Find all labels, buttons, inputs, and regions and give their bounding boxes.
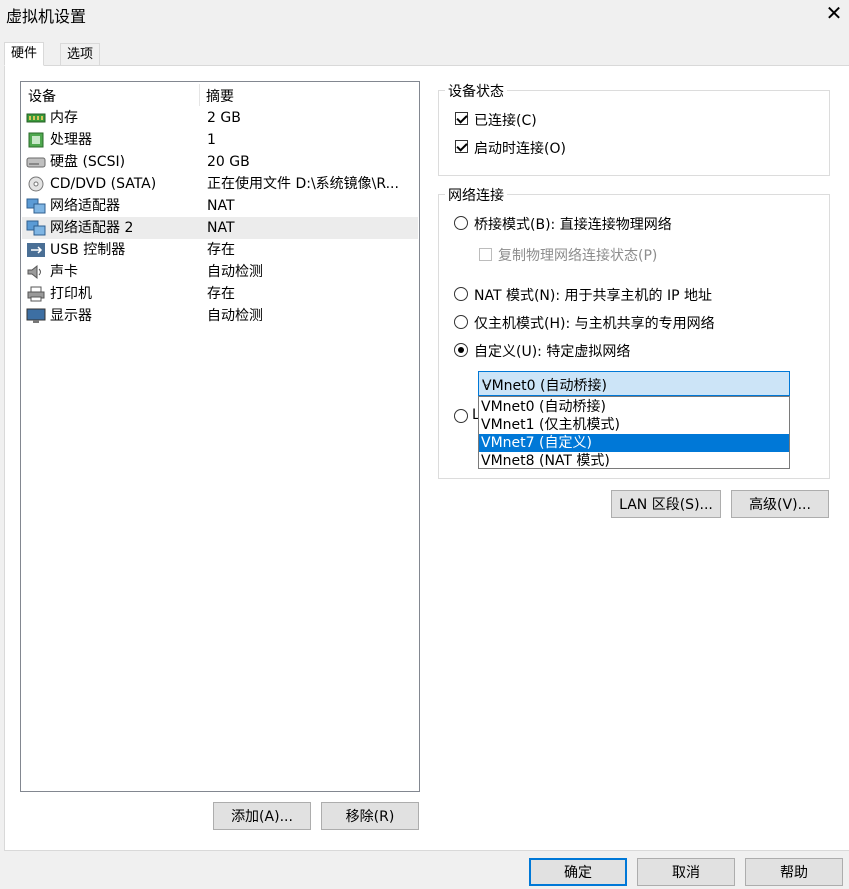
nat-radio[interactable] xyxy=(454,287,468,301)
device-row-display[interactable]: 显示器 自动检测 xyxy=(22,305,418,327)
device-name: 网络适配器 2 xyxy=(50,220,134,236)
network-icon xyxy=(26,220,46,236)
device-row-network-adapter[interactable]: 网络适配器 NAT xyxy=(22,195,418,217)
device-name: USB 控制器 xyxy=(50,242,126,258)
device-status-group xyxy=(438,90,830,176)
chevron-down-icon: ⌵ xyxy=(482,375,492,389)
close-icon[interactable]: ✕ xyxy=(822,0,846,26)
device-name: 声卡 xyxy=(50,264,78,280)
tab-options[interactable]: 选项 xyxy=(60,43,101,66)
column-divider xyxy=(199,84,200,106)
connected-label[interactable]: 已连接(C) xyxy=(474,110,537,130)
device-summary: 自动检测 xyxy=(207,308,263,324)
replicate-state-checkbox[interactable] xyxy=(479,248,492,261)
advanced-button[interactable]: 高级(V)... xyxy=(731,490,829,518)
device-name: CD/DVD (SATA) xyxy=(50,176,157,192)
device-name: 硬盘 (SCSI) xyxy=(50,154,126,170)
vmnet-option[interactable]: VMnet8 (NAT 模式) xyxy=(479,452,789,470)
device-row-processor[interactable]: 处理器 1 xyxy=(22,129,418,151)
cancel-button[interactable]: 取消 xyxy=(637,858,735,886)
device-summary: 2 GB xyxy=(207,110,241,126)
device-list[interactable]: 设备 摘要 内存 2 GB 处理器 1 硬盘 (SCSI) 20 GB CD/D… xyxy=(20,81,420,792)
add-button[interactable]: 添加(A)... xyxy=(213,802,311,830)
vmnet-select[interactable]: VMnet0 (自动桥接) ⌵ xyxy=(478,371,790,396)
host-only-radio[interactable] xyxy=(454,315,468,329)
custom-radio[interactable] xyxy=(454,343,468,357)
device-name: 网络适配器 xyxy=(50,198,120,214)
connect-on-power-label[interactable]: 启动时连接(O) xyxy=(474,138,566,158)
ok-button[interactable]: 确定 xyxy=(529,858,627,886)
monitor-icon xyxy=(26,308,46,323)
speaker-icon xyxy=(27,264,41,280)
device-row-usb-controller[interactable]: USB 控制器 存在 xyxy=(22,239,418,261)
host-only-label[interactable]: 仅主机模式(H): 与主机共享的专用网络 xyxy=(474,313,715,333)
network-connection-label: 网络连接 xyxy=(445,185,507,205)
column-header-device[interactable]: 设备 xyxy=(28,86,56,106)
device-row-printer[interactable]: 打印机 存在 xyxy=(22,283,418,305)
custom-label[interactable]: 自定义(U): 特定虚拟网络 xyxy=(474,341,630,361)
device-summary: 20 GB xyxy=(207,154,250,170)
device-row-network-adapter-2[interactable]: 网络适配器 2 NAT xyxy=(22,217,418,239)
tab-hardware[interactable]: 硬件 xyxy=(4,42,45,66)
device-name: 打印机 xyxy=(50,286,92,302)
memory-icon xyxy=(26,113,46,123)
device-status-label: 设备状态 xyxy=(445,81,507,101)
nat-label[interactable]: NAT 模式(N): 用于共享主机的 IP 地址 xyxy=(474,285,712,305)
printer-icon xyxy=(27,286,45,302)
bridged-label[interactable]: 桥接模式(B): 直接连接物理网络 xyxy=(474,214,672,234)
network-icon xyxy=(26,198,46,214)
device-row-cddvd[interactable]: CD/DVD (SATA) 正在使用文件 D:\系统镜像\R... xyxy=(22,173,418,195)
device-row-harddisk[interactable]: 硬盘 (SCSI) 20 GB xyxy=(22,151,418,173)
vmnet-option[interactable]: VMnet1 (仅主机模式) xyxy=(479,416,789,434)
device-row-memory[interactable]: 内存 2 GB xyxy=(22,107,418,129)
device-summary: 存在 xyxy=(207,286,235,302)
disk-icon xyxy=(26,157,46,168)
bridged-radio[interactable] xyxy=(454,216,468,230)
connected-checkbox[interactable] xyxy=(455,112,468,125)
lan-segment-radio[interactable] xyxy=(454,409,468,423)
device-summary: 1 xyxy=(207,132,216,148)
cpu-icon xyxy=(28,132,44,148)
device-name: 显示器 xyxy=(50,308,92,324)
usb-icon xyxy=(27,243,45,257)
device-name: 内存 xyxy=(50,110,78,126)
device-name: 处理器 xyxy=(50,132,92,148)
lan-segments-button[interactable]: LAN 区段(S)... xyxy=(611,490,721,518)
device-summary: NAT xyxy=(207,220,235,236)
column-header-summary[interactable]: 摘要 xyxy=(206,86,234,106)
device-summary: 存在 xyxy=(207,242,235,258)
vmnet-option[interactable]: VMnet0 (自动桥接) xyxy=(479,398,789,416)
device-summary: 正在使用文件 D:\系统镜像\R... xyxy=(207,176,399,192)
device-summary: NAT xyxy=(207,198,235,214)
help-button[interactable]: 帮助 xyxy=(745,858,843,886)
vmnet-dropdown-list[interactable]: VMnet0 (自动桥接) VMnet1 (仅主机模式) VMnet7 (自定义… xyxy=(478,396,790,469)
window-title: 虚拟机设置 xyxy=(6,7,87,26)
replicate-state-label[interactable]: 复制物理网络连接状态(P) xyxy=(498,245,657,265)
device-summary: 自动检测 xyxy=(207,264,263,280)
remove-button[interactable]: 移除(R) xyxy=(321,802,419,830)
vmnet-option-selected[interactable]: VMnet7 (自定义) xyxy=(479,434,789,452)
cd-icon xyxy=(28,176,44,192)
connect-on-power-checkbox[interactable] xyxy=(455,140,468,153)
device-row-sound-card[interactable]: 声卡 自动检测 xyxy=(22,261,418,283)
